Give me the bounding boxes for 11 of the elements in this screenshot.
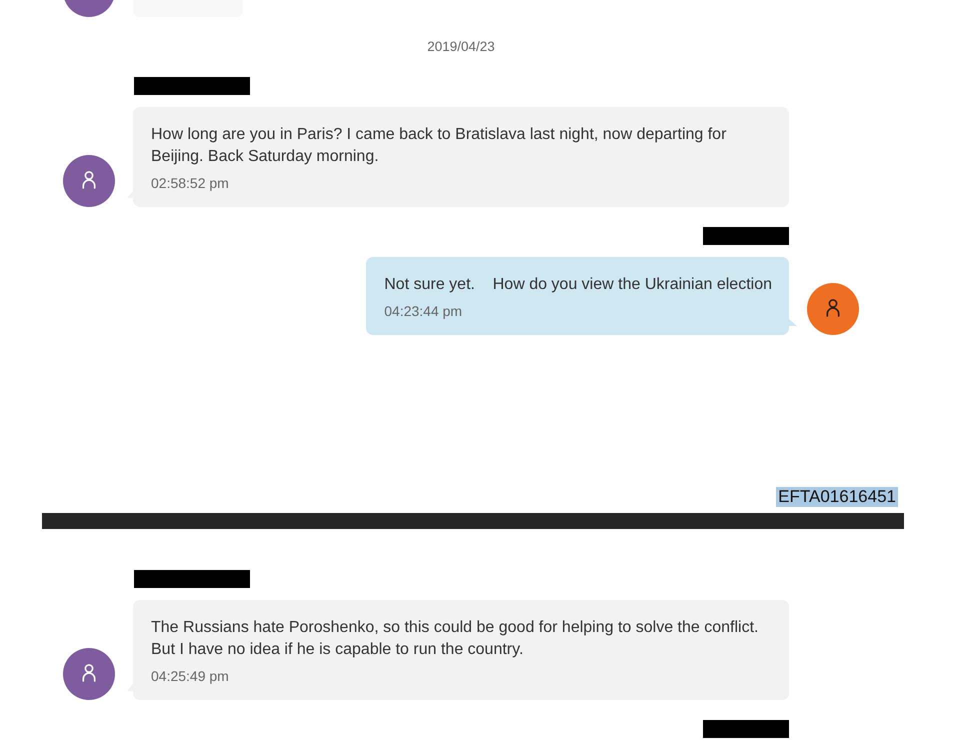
message-text: How long are you in Paris? I came back to Bratislava last night, now departing for Beijing. Back Saturday morning. (151, 125, 728, 167)
message-time: 04:25:49 pm (151, 667, 230, 685)
message-text: Not sure yet. How do you view the Ukrainian election (384, 275, 772, 295)
avatar-icon (63, 155, 115, 207)
avatar-icon (807, 283, 859, 335)
message-time: 02:58:52 pm (151, 174, 230, 192)
message-time: 04:23:44 pm (384, 302, 464, 320)
document-id: EFTA01616451 (776, 487, 898, 507)
avatar-icon (63, 648, 115, 700)
date-label: 2019/04/23 (427, 39, 495, 54)
message-text: The Russians hate Poroshenko, so this could be good for helping to solve the conflict. But I have no idea if he is capable to run the country. (151, 618, 760, 660)
